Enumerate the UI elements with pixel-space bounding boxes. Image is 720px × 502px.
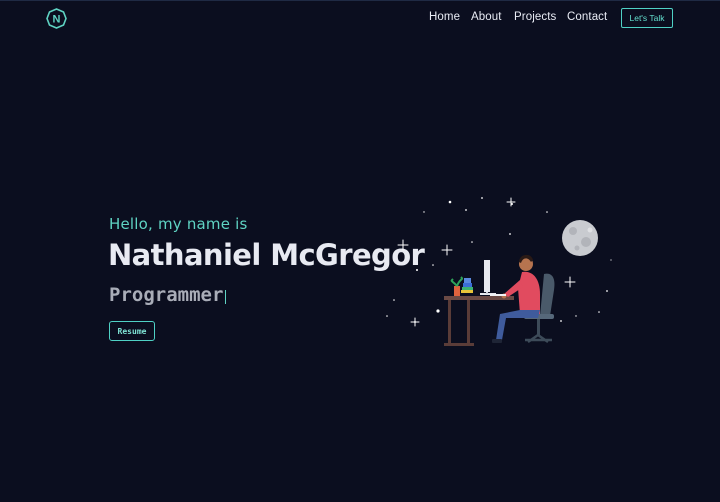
hero-role-line: Programmer xyxy=(109,284,227,306)
logo[interactable]: N xyxy=(46,8,67,29)
keyboard xyxy=(490,294,506,296)
hero-role: Programmer xyxy=(109,284,224,306)
logo-icon: N xyxy=(46,8,67,29)
nav-link-home[interactable]: Home xyxy=(429,11,460,23)
typing-caret xyxy=(225,289,227,304)
plant-and-books xyxy=(450,276,473,296)
moon-icon xyxy=(562,220,598,256)
nav-link-contact[interactable]: Contact xyxy=(567,11,607,23)
logo-letter: N xyxy=(53,14,61,26)
navbar: N Home About Projects Contact Let's Talk xyxy=(0,0,720,36)
computer-monitor xyxy=(480,260,496,295)
lets-talk-button[interactable]: Let's Talk xyxy=(621,8,673,28)
resume-button[interactable]: Resume xyxy=(109,321,155,341)
nav-link-projects[interactable]: Projects xyxy=(514,11,556,23)
nav-link-about[interactable]: About xyxy=(471,11,502,23)
hero-name: Nathaniel McGregor xyxy=(108,238,425,272)
hero-greeting: Hello, my name is xyxy=(109,215,248,233)
developer-at-desk-illustration xyxy=(386,197,612,346)
stars-decoration xyxy=(386,197,612,323)
